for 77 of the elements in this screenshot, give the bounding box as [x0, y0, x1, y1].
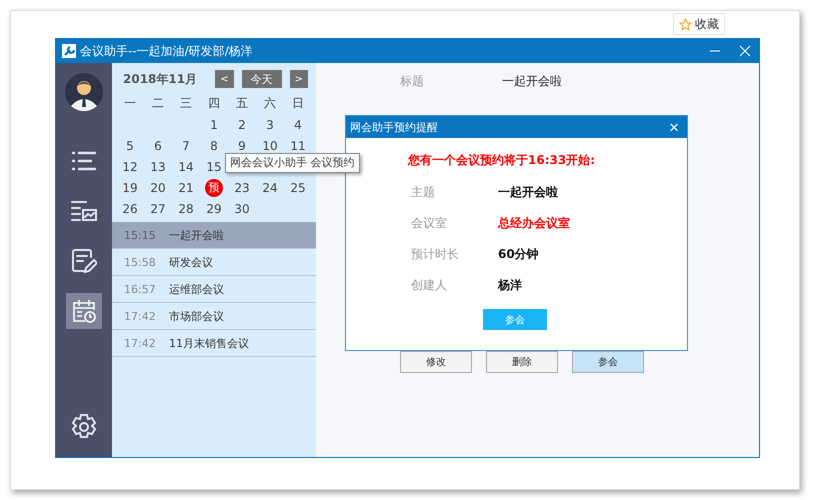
- window-title: 会议助手--一起加油/研发部/杨洋: [80, 42, 253, 60]
- calendar-day[interactable]: 13: [144, 156, 172, 177]
- field-label: 主题: [411, 184, 436, 201]
- calendar-day[interactable]: 26: [116, 198, 144, 219]
- field-label: 预计时长: [411, 246, 460, 263]
- calendar-day[interactable]: 19: [116, 177, 144, 198]
- avatar[interactable]: [65, 73, 103, 111]
- sidebar-item[interactable]: [66, 293, 102, 329]
- calendar-day[interactable]: 4: [284, 114, 312, 135]
- calendar-day[interactable]: 20: [144, 177, 172, 198]
- calendar-day[interactable]: 1: [200, 114, 228, 135]
- calendar-day[interactable]: 28: [172, 198, 200, 219]
- meeting-time: 16:57: [124, 282, 157, 296]
- calendar-day[interactable]: 23: [228, 177, 256, 198]
- calendar-day[interactable]: 29: [200, 198, 228, 219]
- tooltip: 网会会议小助手 会议预约: [225, 153, 360, 173]
- calendar-day[interactable]: 12: [116, 156, 144, 177]
- meeting-time: 17:42: [124, 336, 157, 350]
- previous-month-button[interactable]: <: [215, 70, 234, 88]
- list-icon: [71, 150, 97, 172]
- meeting-title: 市场部会议: [169, 308, 224, 324]
- reservation-badge[interactable]: 预: [205, 178, 223, 196]
- field-value: 60分钟: [498, 246, 539, 263]
- calendar-day[interactable]: 11: [284, 135, 312, 156]
- month-label: 2018年11月: [123, 70, 198, 88]
- next-month-button[interactable]: >: [290, 70, 308, 88]
- report-icon: [70, 200, 98, 222]
- edit-icon: [71, 248, 97, 274]
- meeting-item[interactable]: 15:15 一起开会啦: [112, 222, 316, 249]
- star-icon: [679, 18, 692, 30]
- calendar-day[interactable]: 8: [200, 135, 228, 156]
- weekday-label: 二: [151, 95, 165, 112]
- meeting-time: 15:15: [124, 228, 157, 242]
- calendar-day[interactable]: 27: [144, 198, 172, 219]
- weekday-label: 五: [235, 95, 249, 112]
- reminder-message: 您有一个会议预约将于16:33开始:: [408, 152, 596, 169]
- field-value: 杨洋: [498, 277, 522, 294]
- calendar-day[interactable]: 21: [172, 177, 200, 198]
- meeting-title: 运维部会议: [169, 282, 224, 296]
- calendar-day[interactable]: 7: [172, 135, 200, 156]
- meeting-title: 研发会议: [169, 254, 213, 270]
- close-button[interactable]: ×: [661, 118, 687, 136]
- field-value: 总经办会议室: [498, 215, 570, 232]
- weekday-label: 一: [123, 95, 137, 112]
- action-button[interactable]: 删除: [486, 351, 558, 373]
- favorite-button[interactable]: 收藏: [673, 13, 725, 35]
- calendar-day[interactable]: 2: [228, 114, 256, 135]
- weekday-label: 三: [179, 95, 193, 112]
- field-label: 创建人: [411, 277, 448, 294]
- action-button[interactable]: 修改: [400, 351, 472, 373]
- calendar-day[interactable]: 14: [172, 156, 200, 177]
- calendar-day[interactable]: 15: [200, 156, 228, 177]
- field-value: 一起开会啦: [498, 184, 558, 201]
- field-label: 会议室: [411, 215, 448, 232]
- field-value: 一起开会啦: [502, 73, 562, 90]
- meeting-title: 一起开会啦: [169, 228, 224, 242]
- weekday-label: 六: [263, 95, 277, 112]
- calendar-day[interactable]: 9: [228, 135, 256, 156]
- field-label: 标题: [400, 73, 425, 90]
- calendar-day[interactable]: 3: [256, 114, 284, 135]
- calendar-day[interactable]: 25: [284, 177, 312, 198]
- today-button[interactable]: 今天: [242, 70, 282, 88]
- meeting-time: 17:42: [124, 310, 157, 322]
- close-icon[interactable]: [739, 45, 751, 57]
- calendar-day[interactable]: 24: [256, 177, 284, 198]
- calendar-day[interactable]: 6: [144, 135, 172, 156]
- weekday-label: 四: [207, 95, 221, 112]
- calendar-day[interactable]: 10: [256, 135, 284, 156]
- dialog-title: 网会助手预约提醒: [350, 120, 438, 134]
- meeting-title: 11月末销售会议: [169, 336, 249, 350]
- action-button[interactable]: 参会: [572, 351, 644, 373]
- weekday-label: 日: [291, 95, 305, 112]
- calendar-icon: [71, 298, 97, 324]
- wrench-icon: [62, 44, 76, 58]
- meeting-time: 15:58: [124, 256, 157, 268]
- calendar-day[interactable]: 30: [228, 198, 256, 219]
- calendar-day[interactable]: 5: [116, 135, 144, 156]
